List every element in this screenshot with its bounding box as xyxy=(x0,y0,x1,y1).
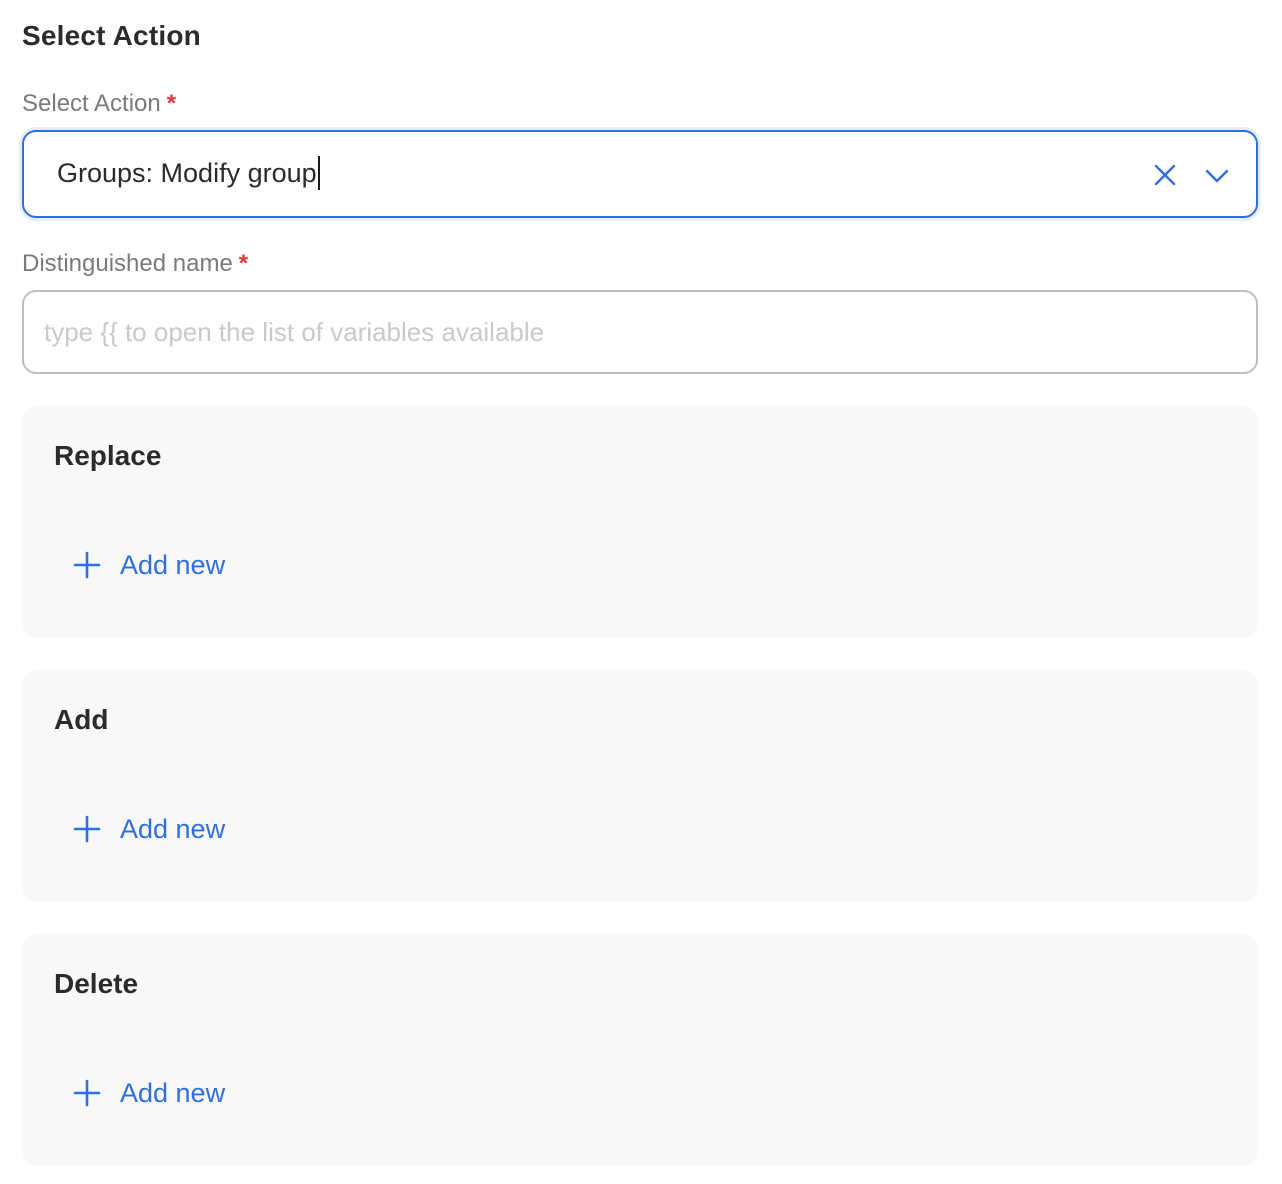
panel-title-delete: Delete xyxy=(54,968,139,999)
select-action-label-text: Select Action xyxy=(22,90,161,117)
replace-panel: Replace Add new xyxy=(22,406,1258,638)
distinguished-name-label: Distinguished name * xyxy=(22,250,248,278)
close-icon[interactable] xyxy=(1150,160,1180,190)
delete-add-new-button[interactable]: Add new xyxy=(72,1074,225,1112)
panel-title-add: Add xyxy=(54,704,109,735)
chevron-down-icon[interactable] xyxy=(1202,160,1232,190)
select-action-value-text: Groups: Modify group xyxy=(57,158,317,189)
section-title: Select Action xyxy=(22,20,201,51)
distinguished-name-input[interactable] xyxy=(22,290,1258,374)
add-add-new-button[interactable]: Add new xyxy=(72,810,225,848)
required-asterisk: * xyxy=(238,250,249,277)
add-panel: Add Add new xyxy=(22,670,1258,902)
text-caret xyxy=(317,156,320,190)
delete-panel: Delete Add new xyxy=(22,934,1258,1166)
panel-title-replace: Replace xyxy=(54,440,162,471)
select-action-value[interactable]: Groups: Modify group xyxy=(57,156,320,192)
plus-icon xyxy=(73,1079,101,1107)
replace-add-new-button[interactable]: Add new xyxy=(72,546,225,584)
plus-icon xyxy=(73,551,101,579)
distinguished-name-label-text: Distinguished name xyxy=(22,250,233,277)
action-form: Select Action Select Action * Groups: Mod… xyxy=(0,0,1282,1184)
add-new-label: Add new xyxy=(120,813,226,844)
required-asterisk: * xyxy=(166,90,177,117)
add-new-label: Add new xyxy=(120,1077,226,1108)
plus-icon xyxy=(73,815,101,843)
select-action-label: Select Action * xyxy=(22,90,176,118)
add-new-label: Add new xyxy=(120,549,226,580)
select-action-dropdown[interactable]: Groups: Modify group xyxy=(22,130,1258,218)
